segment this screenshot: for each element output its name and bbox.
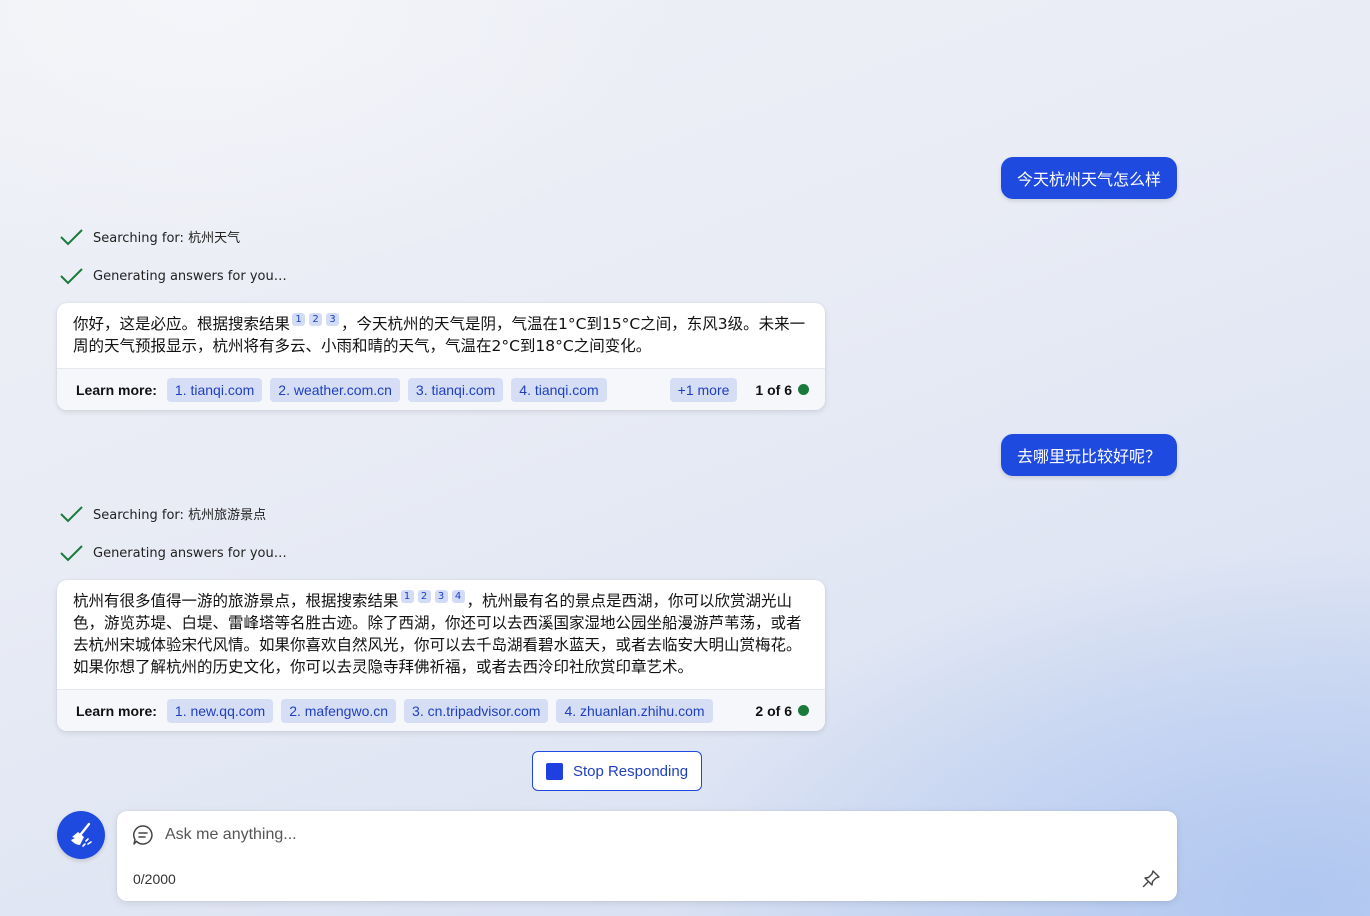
source-link[interactable]: 2. mafengwo.cn — [281, 698, 397, 723]
composer: 0/2000 — [117, 811, 1177, 901]
progress-searching: Searching for: 杭州旅游景点 — [60, 504, 266, 523]
status-dot — [798, 705, 809, 716]
source-link[interactable]: 2. weather.com.cn — [270, 377, 400, 402]
source-link[interactable]: 3. cn.tripadvisor.com — [404, 698, 549, 723]
source-link[interactable]: 4. zhuanlan.zhihu.com — [556, 698, 713, 723]
source-link[interactable]: 3. tianqi.com — [407, 377, 504, 402]
learn-more-bar: Learn more: 1. tianqi.com 2. weather.com… — [57, 368, 825, 410]
pin-icon[interactable] — [1141, 869, 1161, 889]
user-message-text: 今天杭州天气怎么样 — [1016, 170, 1161, 189]
stop-responding-button[interactable]: Stop Responding — [532, 751, 702, 791]
citation-marker[interactable]: 2 — [309, 313, 323, 326]
bot-response-card: 你好，这是必应。根据搜索结果 1 2 3 ，今天杭州的天气是阴，气温在1°C到15°C之… — [57, 303, 825, 410]
progress-generating: Generating answers for you… — [60, 544, 287, 562]
progress-label: Generating answers for you… — [93, 545, 287, 561]
source-link[interactable]: 1. new.qq.com — [166, 698, 274, 723]
bot-response-card: 杭州有很多值得一游的旅游景点，根据搜索结果 1 2 3 4 ，杭州最有名的景点是西湖，你可… — [57, 580, 825, 731]
stop-square-icon — [545, 762, 563, 780]
response-text-part: 杭州有很多值得一游的旅游景点，根据搜索结果 — [73, 592, 399, 610]
source-link[interactable]: 4. tianqi.com — [511, 377, 607, 402]
turn-counter: 2 of 6 — [755, 702, 792, 719]
source-link[interactable]: 1. tianqi.com — [166, 377, 263, 402]
response-text-part: 你好，这是必应。根据搜索结果 — [73, 315, 291, 333]
search-query: 杭州旅游景点 — [188, 508, 267, 523]
learn-more-bar: Learn more: 1. new.qq.com 2. mafengwo.cn… — [57, 689, 825, 731]
progress-label: Searching for: — [93, 508, 189, 523]
citation-marker[interactable]: 2 — [417, 590, 431, 603]
checkmark-icon — [60, 505, 83, 522]
checkmark-icon — [60, 545, 83, 562]
turn-counter: 1 of 6 — [755, 381, 792, 398]
ask-input[interactable] — [165, 823, 1145, 847]
user-message-text: 去哪里玩比较好呢？ — [1016, 447, 1161, 466]
bot-response-text: 杭州有很多值得一游的旅游景点，根据搜索结果 1 2 3 4 ，杭州最有名的景点是西湖，你可… — [57, 580, 825, 689]
progress-searching: Searching for: 杭州天气 — [60, 227, 240, 246]
char-counter: 0/2000 — [133, 871, 176, 887]
checkmark-icon — [60, 228, 83, 245]
citation-marker[interactable]: 1 — [292, 313, 306, 326]
citation-marker[interactable]: 3 — [434, 590, 448, 603]
new-topic-button[interactable] — [57, 811, 105, 859]
stop-responding-label: Stop Responding — [572, 762, 689, 780]
citation-marker[interactable]: 4 — [451, 590, 465, 603]
user-message-bubble: 去哪里玩比较好呢？ — [1000, 434, 1177, 476]
learn-more-label: Learn more: — [76, 381, 157, 398]
citation-marker[interactable]: 1 — [400, 590, 414, 603]
more-sources-button[interactable]: +1 more — [669, 377, 738, 402]
search-query: 杭州天气 — [188, 231, 241, 246]
user-message-bubble: 今天杭州天气怎么样 — [1000, 157, 1177, 199]
bot-response-text: 你好，这是必应。根据搜索结果 1 2 3 ，今天杭州的天气是阴，气温在1°C到15°C之… — [57, 303, 825, 368]
progress-generating: Generating answers for you… — [60, 267, 287, 285]
progress-label: Searching for: — [93, 231, 189, 246]
learn-more-label: Learn more: — [76, 702, 157, 719]
status-dot — [798, 384, 809, 395]
broom-icon — [71, 822, 92, 847]
citation-marker[interactable]: 3 — [326, 313, 340, 326]
checkmark-icon — [60, 268, 83, 285]
progress-label: Generating answers for you… — [93, 268, 287, 284]
chat-bubble-icon — [133, 825, 153, 845]
